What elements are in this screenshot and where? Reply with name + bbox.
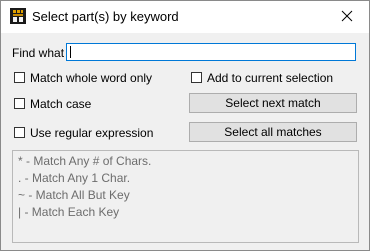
select-next-match-button[interactable]: Select next match <box>189 93 357 113</box>
close-button[interactable] <box>325 1 369 33</box>
match-case-checkbox[interactable] <box>14 98 25 109</box>
regex-label[interactable]: Use regular expression <box>30 126 153 140</box>
syntax-help-box: * - Match Any # of Chars. . - Match Any … <box>12 150 359 243</box>
hint-line: * - Match Any # of Chars. <box>18 154 152 168</box>
find-what-label: Find what <box>12 46 65 60</box>
find-what-input[interactable] <box>66 43 356 61</box>
dialog-window: Select part(s) by keyword Find what Matc… <box>0 0 370 251</box>
match-whole-word-label[interactable]: Match whole word only <box>30 71 152 85</box>
title-bar[interactable]: Select part(s) by keyword <box>1 1 369 33</box>
match-case-label[interactable]: Match case <box>30 97 91 111</box>
hint-line: ~ - Match All But Key <box>18 188 130 202</box>
add-to-selection-label[interactable]: Add to current selection <box>207 71 333 85</box>
add-to-selection-checkbox[interactable] <box>191 72 202 83</box>
hint-line: | - Match Each Key <box>18 205 120 219</box>
select-all-matches-button[interactable]: Select all matches <box>189 122 357 142</box>
text-caret <box>70 46 71 58</box>
match-whole-word-checkbox[interactable] <box>14 72 25 83</box>
hint-line: . - Match Any 1 Char. <box>18 171 131 185</box>
close-icon <box>341 10 353 25</box>
window-title: Select part(s) by keyword <box>32 9 179 24</box>
app-logo-icon <box>10 8 26 24</box>
regex-checkbox[interactable] <box>14 127 25 138</box>
